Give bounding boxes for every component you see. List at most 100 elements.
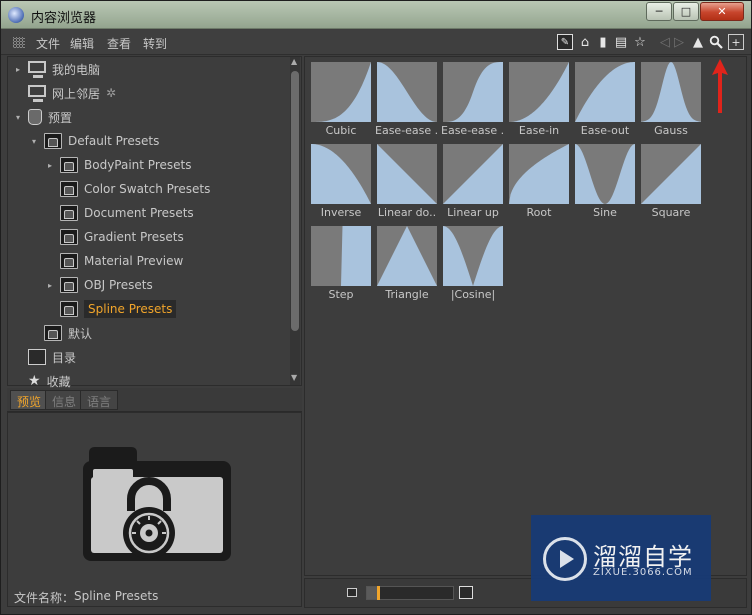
computer-icon [28,61,46,78]
preset-label: Ease-in [518,124,560,137]
jar-icon[interactable]: ▮ [595,34,611,50]
tree-item[interactable]: Material Preview [60,250,183,272]
tree-item-label: Color Swatch Presets [84,182,211,196]
tree-item[interactable]: 目录 [28,346,76,368]
large-thumbnail-icon[interactable] [459,586,473,599]
preset-label: Sine [593,206,617,219]
book-icon [28,349,46,365]
edit-icon[interactable]: ✎ [557,34,573,50]
menu-edit[interactable]: 编辑 [70,35,94,52]
preset-label: Linear do.. [377,206,437,219]
tree-item-label: BodyPaint Presets [84,158,192,172]
scroll-down-icon[interactable]: ▼ [291,373,297,382]
folder-icon [60,205,78,221]
menu-file[interactable]: 文件 [36,35,60,52]
menu-bar: 文件 编辑 查看 转到 ✎ ⌂ ▮ ▤ ☆ ◁ ▷ ▲ + [1,30,751,55]
tree-item-label: 默认 [68,326,93,341]
spline-thumbnail [443,62,503,122]
preset-tile[interactable]: Root [507,142,571,222]
folder-icon [44,133,62,149]
tree-item[interactable]: Gradient Presets [60,226,184,248]
preset-tile[interactable]: |Cosine| [441,224,505,304]
grip-handle-icon[interactable] [13,37,25,48]
preset-label: Step [328,288,354,301]
expand-toggle-icon[interactable]: ▸ [48,281,52,290]
tree-scrollbar[interactable]: ▲ ▼ [290,57,300,385]
close-button[interactable]: ✕ [700,2,744,21]
preset-label: Cubic [325,124,357,137]
book-icon[interactable]: ▤ [613,34,629,50]
tree-item-label: 收藏 [46,374,71,389]
expand-toggle-icon[interactable]: ▸ [48,161,52,170]
watermark: 溜溜自学 ZIXUE.3066.COM [531,515,711,601]
star-icon[interactable]: ☆ [632,34,648,50]
preset-label: Ease-out [580,124,630,137]
tree-item[interactable]: Spline Presets [60,298,177,320]
info-tabs: 预览 信息 语言 [7,388,302,412]
tree-item[interactable]: 网上邻居 ✲ [28,82,116,104]
preset-tile[interactable]: Gauss [639,60,703,140]
tree-item[interactable]: 默认 [44,322,92,344]
preset-tile[interactable]: Linear up [441,142,505,222]
network-icon [28,85,46,102]
preset-label: Inverse [320,206,362,219]
preset-tile[interactable]: Inverse [309,142,373,222]
preset-tile[interactable]: Ease-ease .. [375,60,439,140]
preset-label: Ease-ease .. [441,124,505,137]
spline-thumbnail [443,226,503,286]
play-logo-icon [543,537,587,581]
preset-tile[interactable]: Ease-ease .. [441,60,505,140]
navigate-arrow-icon[interactable]: ▲ [690,34,706,50]
back-forward-icon[interactable]: ◁ ▷ [656,34,688,50]
locked-folder-preview-icon [83,447,231,561]
preset-label: Gauss [654,124,688,137]
spline-thumbnail [377,226,437,286]
home-icon[interactable]: ⌂ [577,34,593,50]
red-annotation-arrow-icon [712,59,728,113]
preset-tile[interactable]: Step [309,224,373,304]
tree-item[interactable]: ▸ BodyPaint Presets [48,154,192,176]
tab-info[interactable]: 信息 [45,390,84,410]
scroll-up-icon[interactable]: ▲ [291,57,297,66]
preset-tile[interactable]: Ease-in [507,60,571,140]
slider-handle[interactable] [377,586,381,600]
folder-icon [60,301,78,317]
menu-view[interactable]: 查看 [107,35,131,52]
tree-item[interactable]: ▸ OBJ Presets [48,274,153,296]
expand-toggle-icon[interactable]: ▾ [16,113,20,122]
tree-item[interactable]: Color Swatch Presets [60,178,210,200]
thumbnail-size-slider[interactable] [366,586,454,600]
spline-thumbnail [311,62,371,122]
maximize-button[interactable]: □ [673,2,699,21]
preset-tile[interactable]: Ease-out [573,60,637,140]
scrollbar-thumb[interactable] [291,71,299,331]
tree-item-label: Default Presets [68,134,160,148]
preset-tile[interactable]: Square [639,142,703,222]
preset-tile[interactable]: Triangle [375,224,439,304]
small-thumbnail-icon[interactable] [347,588,357,597]
preset-tile[interactable]: Cubic [309,60,373,140]
spline-thumbnail [377,62,437,122]
tree-item[interactable]: ▸ 我的电脑 [16,58,100,80]
expand-toggle-icon[interactable]: ▾ [32,137,36,146]
new-window-icon[interactable]: + [728,34,744,50]
tree-item[interactable]: ▾ 预置 [16,106,72,128]
tab-preview[interactable]: 预览 [10,390,49,410]
spline-thumbnail [509,62,569,122]
tree-item[interactable]: ▾ Default Presets [32,130,160,152]
preset-tile[interactable]: Linear do.. [375,142,439,222]
preset-tile[interactable]: Sine [573,142,637,222]
tree-item[interactable]: Document Presets [60,202,194,224]
expand-toggle-icon[interactable]: ▸ [16,65,20,74]
search-icon[interactable] [708,34,724,50]
tab-language[interactable]: 语言 [80,390,119,410]
tree-item-label: 网上邻居 [52,86,101,101]
file-name-value: Spline Presets [74,589,159,603]
jar-icon [28,109,42,125]
folder-icon [60,229,78,245]
preset-label: Square [651,206,691,219]
title-bar[interactable]: 内容浏览器 ─ □ ✕ [1,1,751,29]
menu-goto[interactable]: 转到 [143,35,167,52]
minimize-button[interactable]: ─ [646,2,672,21]
tree-item-label: 目录 [52,350,77,365]
